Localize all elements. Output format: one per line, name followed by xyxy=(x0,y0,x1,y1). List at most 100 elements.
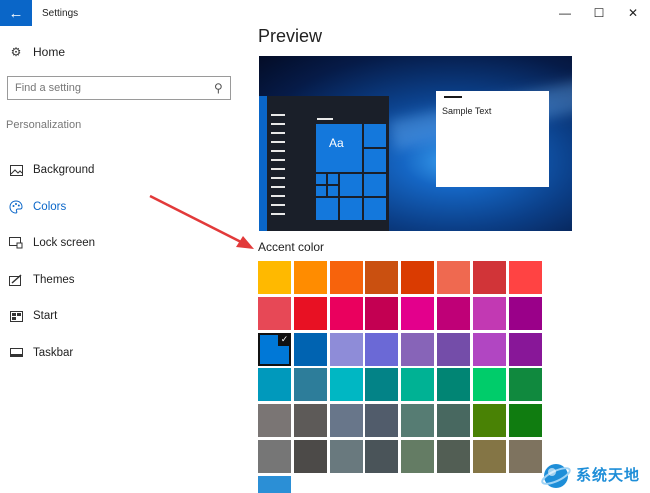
accent-swatch[interactable] xyxy=(509,333,542,366)
sidebar-item-label: Background xyxy=(33,164,95,177)
palette-icon xyxy=(8,199,24,215)
search-icon[interactable]: ⚲ xyxy=(214,81,223,95)
accent-swatch[interactable] xyxy=(509,368,542,401)
accent-swatch[interactable] xyxy=(509,404,542,437)
accent-swatch[interactable] xyxy=(365,440,398,473)
preview-window: Sample Text xyxy=(436,91,549,187)
sidebar-item-label: Colors xyxy=(33,200,67,213)
accent-swatch[interactable] xyxy=(473,404,506,437)
accent-swatch[interactable] xyxy=(365,261,398,294)
accent-swatch[interactable]: ✓ xyxy=(258,333,291,366)
nav-home[interactable]: ⚙ Home xyxy=(8,44,65,60)
accent-swatch[interactable] xyxy=(437,368,470,401)
accent-swatch[interactable] xyxy=(473,261,506,294)
nav-list: Background Colors Lock screen Themes Sta… xyxy=(8,152,95,371)
sidebar-item-label: Start xyxy=(33,310,58,323)
accent-swatch[interactable] xyxy=(473,333,506,366)
accent-swatch[interactable] xyxy=(401,261,434,294)
sidebar-item-lock-screen[interactable]: Lock screen xyxy=(8,225,95,262)
watermark-globe-icon xyxy=(541,463,571,488)
accent-swatch[interactable] xyxy=(365,297,398,330)
accent-swatch[interactable] xyxy=(258,440,291,473)
accent-swatch[interactable] xyxy=(401,297,434,330)
accent-swatch[interactable] xyxy=(437,333,470,366)
accent-swatch[interactable] xyxy=(401,404,434,437)
accent-swatch[interactable] xyxy=(330,368,363,401)
minimize-icon: — xyxy=(559,6,571,20)
preview-start-rail xyxy=(259,96,267,231)
accent-swatch[interactable] xyxy=(401,368,434,401)
accent-swatch[interactable] xyxy=(437,261,470,294)
accent-swatch[interactable] xyxy=(330,333,363,366)
accent-swatch[interactable] xyxy=(294,297,327,330)
accent-swatch[interactable] xyxy=(258,261,291,294)
sidebar-item-label: Lock screen xyxy=(33,237,96,250)
accent-swatch[interactable] xyxy=(294,368,327,401)
taskbar-icon xyxy=(8,345,24,361)
lock-screen-icon xyxy=(8,235,24,251)
main-content: Preview Aa Sample Text Accent color ✓ xyxy=(258,26,650,493)
accent-swatch[interactable] xyxy=(258,297,291,330)
preview-tile-text: Aa xyxy=(329,136,344,150)
maximize-icon: ☐ xyxy=(593,6,605,20)
search-input[interactable] xyxy=(15,82,195,94)
search-box[interactable]: ⚲ xyxy=(7,76,231,100)
sidebar-item-background[interactable]: Background xyxy=(8,152,95,189)
sidebar-item-taskbar[interactable]: Taskbar xyxy=(8,335,95,372)
themes-icon xyxy=(8,272,24,288)
accent-swatch[interactable] xyxy=(401,440,434,473)
accent-swatch[interactable] xyxy=(473,297,506,330)
accent-swatch[interactable] xyxy=(365,333,398,366)
accent-swatch[interactable] xyxy=(437,440,470,473)
sidebar-item-colors[interactable]: Colors xyxy=(8,189,95,226)
preview-header-line xyxy=(317,118,333,120)
accent-swatch[interactable] xyxy=(473,440,506,473)
accent-swatch[interactable] xyxy=(365,404,398,437)
minimize-button[interactable]: — xyxy=(548,0,582,26)
sidebar-item-start[interactable]: Start xyxy=(8,298,95,335)
accent-swatch[interactable] xyxy=(365,368,398,401)
accent-swatch[interactable] xyxy=(437,297,470,330)
preview-start-menu: Aa xyxy=(259,96,389,231)
page-title: Preview xyxy=(258,26,323,46)
close-icon: ✕ xyxy=(627,6,639,20)
watermark-text: 系统天地 xyxy=(576,467,641,484)
accent-color-label: Accent color xyxy=(258,240,325,254)
accent-swatch[interactable] xyxy=(330,440,363,473)
sidebar: ⚙ Home ⚲ Personalization Background Colo… xyxy=(0,26,245,493)
gear-icon: ⚙ xyxy=(10,45,22,59)
window-title: Settings xyxy=(42,7,79,19)
theme-preview: Aa Sample Text xyxy=(259,56,572,231)
accent-swatch[interactable] xyxy=(294,261,327,294)
window-controls: — ☐ ✕ xyxy=(548,0,650,26)
start-icon xyxy=(8,308,24,324)
sidebar-item-label: Taskbar xyxy=(33,346,74,359)
accent-swatch[interactable] xyxy=(473,368,506,401)
title-bar: ← Settings — ☐ ✕ xyxy=(0,0,650,26)
accent-swatch[interactable] xyxy=(509,440,542,473)
accent-swatch[interactable] xyxy=(330,404,363,437)
accent-swatch[interactable] xyxy=(437,404,470,437)
accent-swatch[interactable] xyxy=(258,476,291,493)
accent-swatch[interactable] xyxy=(509,297,542,330)
preview-app-list xyxy=(271,114,285,222)
preview-tiles: Aa xyxy=(316,124,386,231)
accent-swatch[interactable] xyxy=(330,297,363,330)
accent-swatch[interactable] xyxy=(294,440,327,473)
accent-swatch[interactable] xyxy=(294,333,327,366)
accent-swatch[interactable] xyxy=(330,261,363,294)
image-icon xyxy=(8,162,24,178)
sidebar-item-label: Themes xyxy=(33,273,75,286)
accent-swatch[interactable] xyxy=(294,404,327,437)
close-button[interactable]: ✕ xyxy=(616,0,650,26)
back-arrow-icon: ← xyxy=(8,4,24,22)
preview-sample-text: Sample Text xyxy=(442,106,492,116)
nav-home-label: Home xyxy=(33,45,66,59)
accent-swatch[interactable] xyxy=(509,261,542,294)
accent-swatch[interactable] xyxy=(258,368,291,401)
maximize-button[interactable]: ☐ xyxy=(582,0,616,26)
back-button[interactable]: ← xyxy=(0,0,32,26)
accent-swatch[interactable] xyxy=(401,333,434,366)
accent-swatch[interactable] xyxy=(258,404,291,437)
sidebar-item-themes[interactable]: Themes xyxy=(8,262,95,299)
